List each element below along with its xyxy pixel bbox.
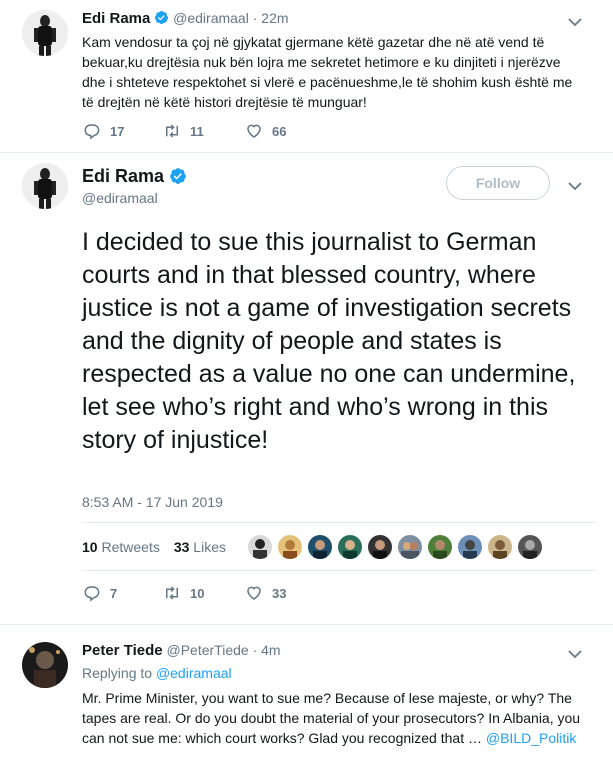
like-button[interactable]: 33 [244, 584, 286, 602]
avatar[interactable] [22, 642, 68, 688]
like-button[interactable]: 66 [244, 122, 286, 140]
likes-stat-count: 33 [173, 539, 190, 555]
tweet-time[interactable]: 4m [261, 642, 280, 658]
retweets-stat[interactable]: 10 Retweets [82, 539, 160, 555]
follow-button[interactable]: Follow [446, 166, 550, 200]
chevron-down-icon[interactable] [565, 176, 585, 196]
tweet-actions: 17 11 66 [82, 122, 286, 140]
liker-avatar[interactable] [427, 535, 452, 559]
replying-to-link[interactable]: @ediramaal [156, 665, 232, 681]
reply-button[interactable]: 17 [82, 122, 162, 140]
tweet-header: Edi Rama @ediramaal · 22m [82, 10, 289, 27]
tweet-text: Mr. Prime Minister, you want to sue me? … [82, 688, 587, 748]
liker-avatar[interactable] [457, 535, 482, 559]
likes-stat-label: Likes [193, 539, 226, 555]
tweet-timestamp[interactable]: 8:53 AM - 17 Jun 2019 [82, 494, 223, 510]
divider [82, 570, 597, 571]
retweet-button[interactable]: 10 [162, 584, 244, 602]
liker-avatar[interactable] [307, 535, 332, 559]
tweet-stats: 10 Retweets 33 Likes [82, 530, 548, 564]
retweet-count: 10 [190, 585, 205, 601]
liker-avatar[interactable] [517, 535, 542, 559]
like-icon [247, 586, 261, 600]
avatar[interactable] [22, 10, 68, 56]
liker-avatar[interactable] [367, 535, 392, 559]
liker-avatars [247, 535, 548, 559]
chevron-down-icon[interactable] [565, 644, 585, 664]
reply-icon [84, 586, 100, 602]
author-handle[interactable]: @ediramaal [82, 190, 158, 206]
like-count: 33 [272, 585, 287, 601]
mention-link[interactable]: @BILD_Politik [486, 730, 576, 746]
reply-count: 7 [110, 585, 118, 601]
tweet-text: Kam vendosur ta çoj në gjykatat gjermane… [82, 34, 573, 110]
author-name[interactable]: Edi Rama [82, 166, 164, 186]
reply-button[interactable]: 7 [82, 584, 162, 602]
divider [0, 152, 613, 153]
retweet-icon [166, 124, 178, 138]
avatar[interactable] [22, 163, 68, 209]
liker-avatar[interactable] [487, 535, 512, 559]
verified-icon [155, 10, 169, 25]
liker-avatar[interactable] [277, 535, 302, 559]
author-name[interactable]: Edi Rama [82, 10, 150, 27]
author-handle[interactable]: @ediramaal [173, 10, 249, 26]
liker-avatar[interactable] [337, 535, 362, 559]
reply-icon [84, 124, 100, 140]
like-icon [247, 124, 261, 138]
retweet-button[interactable]: 11 [162, 122, 244, 140]
retweets-stat-count: 10 [82, 539, 98, 555]
tweet-header: Peter Tiede @PeterTiede · 4m [82, 642, 281, 659]
chevron-down-icon[interactable] [565, 12, 585, 32]
retweet-icon [166, 586, 178, 600]
retweets-stat-label: Retweets [101, 539, 160, 555]
author-name-row: Edi Rama [82, 166, 187, 187]
tweet-text: I decided to sue this journalist to Germ… [82, 228, 576, 454]
replying-to-label: Replying to [82, 665, 153, 681]
author-name[interactable]: Peter Tiede [82, 642, 163, 659]
reply-count: 17 [110, 123, 125, 139]
retweet-count: 11 [190, 123, 204, 139]
replying-to: Replying to @ediramaal [82, 665, 232, 681]
verified-icon [170, 168, 186, 184]
like-count: 66 [272, 123, 287, 139]
likes-stat[interactable]: 33 Likes [174, 539, 226, 555]
tweet-time[interactable]: 22m [261, 10, 288, 26]
divider [82, 522, 597, 523]
liker-avatar[interactable] [397, 535, 422, 559]
liker-avatar[interactable] [247, 535, 272, 559]
divider [0, 624, 613, 625]
author-handle[interactable]: @PeterTiede [167, 642, 249, 658]
tweet-actions: 7 10 33 [82, 584, 286, 602]
